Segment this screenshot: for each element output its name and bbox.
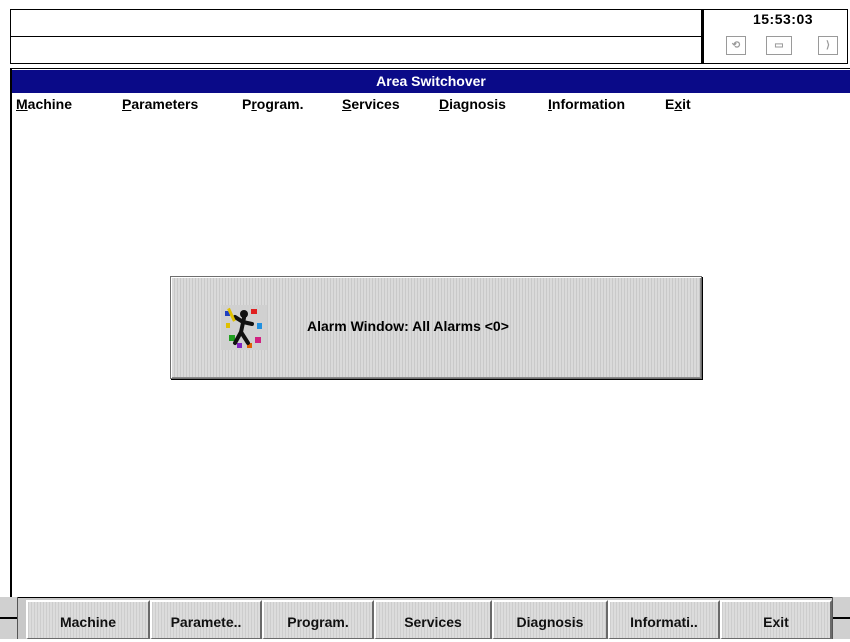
softkey-services[interactable]: Services <box>374 600 492 639</box>
menu-exit[interactable]: Exit <box>665 93 691 115</box>
cycle-icon: ⟲ <box>726 36 746 55</box>
softkey-machine[interactable]: Machine <box>26 600 150 639</box>
softkey-scroll-left[interactable] <box>0 597 18 639</box>
menu-diagnosis[interactable]: Diagnosis <box>439 93 506 115</box>
status-message-line-2 <box>10 36 702 64</box>
menu-bar: Machine Parameters Program. Services Dia… <box>12 93 850 115</box>
percent-icon: ▭ <box>766 36 792 55</box>
menu-program[interactable]: Program. <box>242 93 303 115</box>
alarm-window-text: Alarm Window: All Alarms <0> <box>307 318 509 334</box>
softkey-exit[interactable]: Exit <box>720 600 832 639</box>
alarm-person-icon <box>221 305 267 350</box>
softkey-information[interactable]: Informati.. <box>608 600 720 639</box>
exit-door-icon: ⟩ <box>818 36 838 55</box>
menu-machine[interactable]: Machine <box>16 93 72 115</box>
menu-parameters[interactable]: Parameters <box>122 93 198 115</box>
softkey-parameters[interactable]: Paramete.. <box>150 600 262 639</box>
status-message-line-1 <box>10 9 702 36</box>
menu-information[interactable]: Information <box>548 93 625 115</box>
softkey-scroll-right[interactable] <box>832 597 850 639</box>
softkey-program[interactable]: Program. <box>262 600 374 639</box>
clock-time: 15:53:03 <box>752 11 814 27</box>
softkey-diagnosis[interactable]: Diagnosis <box>492 600 608 639</box>
menu-services[interactable]: Services <box>342 93 400 115</box>
window-title: Area Switchover <box>12 70 850 93</box>
